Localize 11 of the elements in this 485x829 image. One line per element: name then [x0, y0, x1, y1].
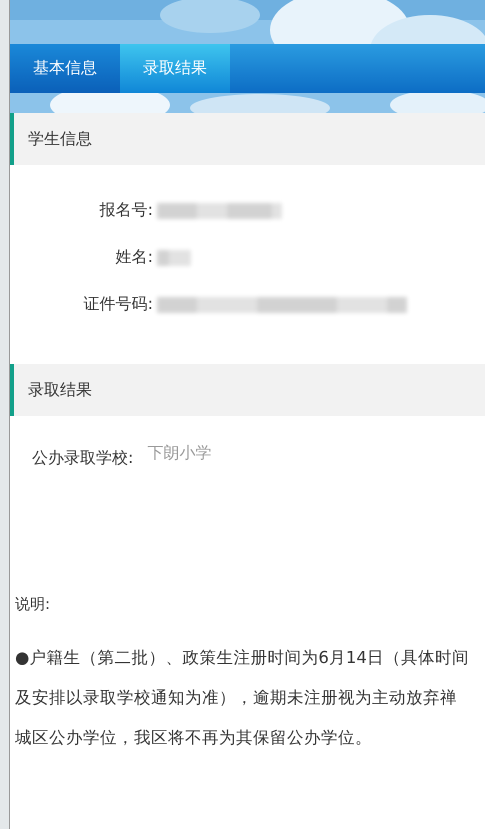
note-text: ●户籍生（第二批）、政策生注册时间为6月14日（具体时间及安排以录取学校通知为准），逾期未注册视为主动放弃禅城区公办学位，我区将不再为其保留公办学位。	[15, 647, 470, 749]
school-label: 公办录取学校:	[32, 448, 134, 469]
note-title: 说明:	[15, 595, 52, 614]
card-title: 录取结果	[28, 380, 92, 400]
school-name: 下朗小学	[147, 443, 212, 464]
field-label: 证件号码:	[82, 294, 153, 315]
field-label: 姓名:	[114, 247, 153, 268]
tab[interactable]: 基本信息	[10, 44, 120, 93]
field-label: 报名号:	[98, 200, 153, 221]
card-title: 学生信息	[28, 128, 92, 150]
tab[interactable]: 录取结果	[120, 44, 230, 93]
